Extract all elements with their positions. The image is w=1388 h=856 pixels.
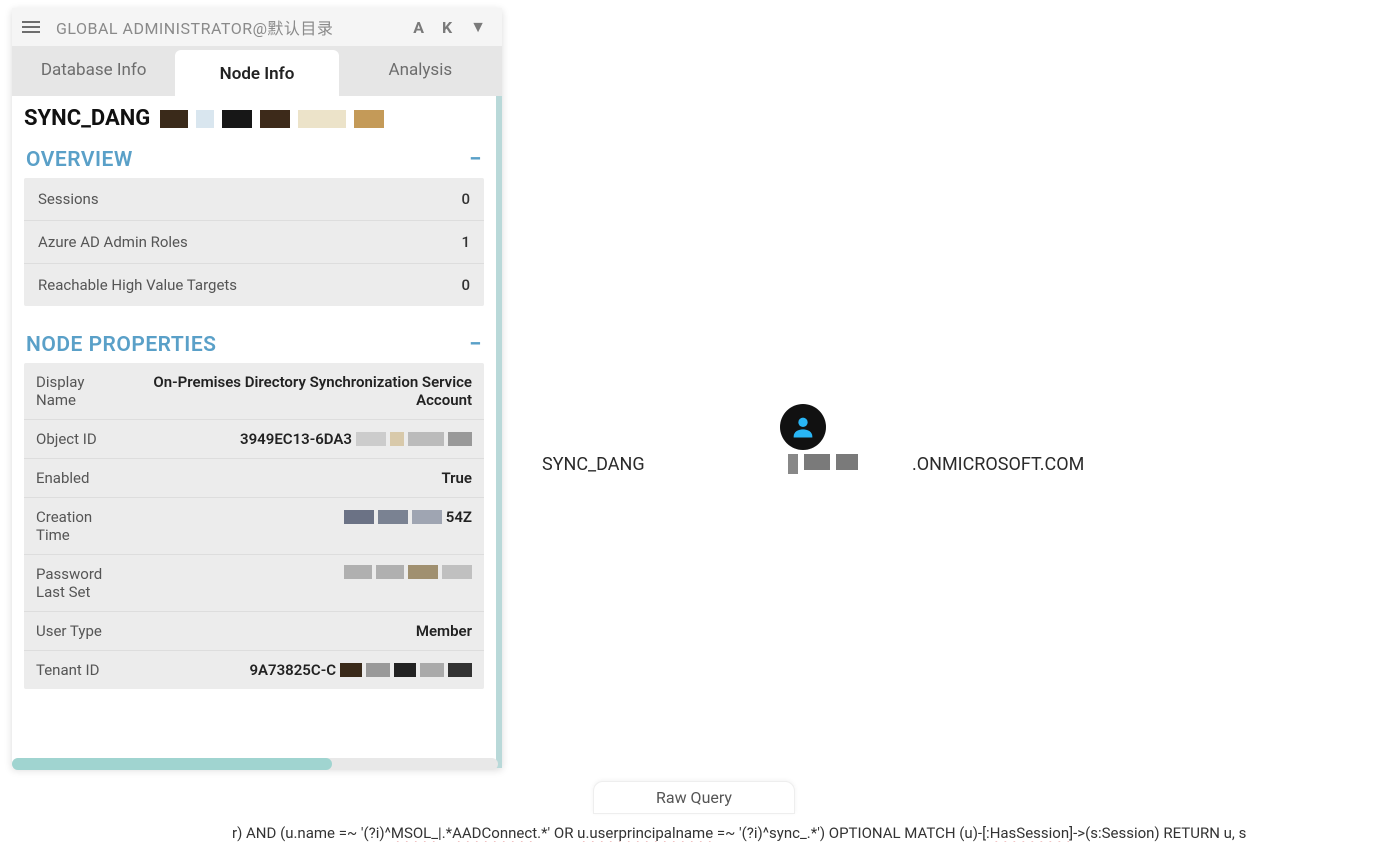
overview-row-admin-roles[interactable]: Azure AD Admin Roles 1 xyxy=(24,221,484,264)
label: Display Name xyxy=(36,373,126,409)
header-icons: A K ▼ xyxy=(413,17,492,37)
tabs: Database Info Node Info Analysis xyxy=(12,46,502,96)
label: Azure AD Admin Roles xyxy=(38,233,188,251)
horizontal-scrollbar[interactable] xyxy=(12,758,498,770)
graph-node-label-right: .ONMICROSOFT.COM xyxy=(912,454,1084,475)
panel-body: SYNC_DANG OVERVIEW − Sessions 0 Azure AD… xyxy=(12,96,502,768)
value: Member xyxy=(126,622,472,640)
info-panel: GLOBAL ADMINISTRATOR@默认目录 A K ▼ Database… xyxy=(12,8,502,768)
value: 3949EC13-6DA3 xyxy=(126,430,472,448)
node-properties-header[interactable]: NODE PROPERTIES − xyxy=(12,324,496,363)
value: True xyxy=(126,469,472,487)
minus-icon[interactable]: − xyxy=(469,332,482,357)
minus-icon[interactable]: − xyxy=(469,147,482,172)
raw-query-toggle[interactable]: Raw Query xyxy=(593,781,795,814)
overview-header[interactable]: OVERVIEW − xyxy=(12,139,496,178)
overview-row-sessions[interactable]: Sessions 0 xyxy=(24,178,484,221)
label: Creation Time xyxy=(36,508,126,544)
user-icon xyxy=(780,404,826,450)
value: 0 xyxy=(461,276,470,294)
redacted-node-title xyxy=(160,110,384,128)
value: 0 xyxy=(461,190,470,208)
node-properties-list: Display Name On-Premises Directory Synch… xyxy=(24,363,484,689)
back-icon[interactable]: K xyxy=(442,18,452,37)
current-user-label: GLOBAL ADMINISTRATOR@默认目录 xyxy=(56,15,413,39)
node-title-row: SYNC_DANG xyxy=(12,96,496,139)
value xyxy=(126,565,472,579)
prop-row-enabled: Enabled True xyxy=(24,459,484,498)
prop-row-display-name: Display Name On-Premises Directory Synch… xyxy=(24,363,484,420)
prop-row-tenant-id: Tenant ID 9A73825C-C xyxy=(24,651,484,689)
value: 54Z xyxy=(126,508,472,526)
raw-query-label: Raw Query xyxy=(656,788,732,807)
tab-analysis[interactable]: Analysis xyxy=(339,46,502,96)
value: 9A73825C-C xyxy=(126,661,472,679)
graph-node-label-left: SYNC_DANG xyxy=(542,454,645,475)
label: Password Last Set xyxy=(36,565,126,601)
label: Tenant ID xyxy=(36,661,126,679)
graph-node-user[interactable] xyxy=(780,404,826,450)
raw-query-text[interactable]: r) AND (u.name =~ '(?i)^MSOL_|.*AADConne… xyxy=(232,824,1372,842)
panel-header: GLOBAL ADMINISTRATOR@默认目录 A K ▼ xyxy=(12,8,502,46)
node-properties-title: NODE PROPERTIES xyxy=(26,333,216,357)
overview-title: OVERVIEW xyxy=(26,148,133,172)
label: Enabled xyxy=(36,469,126,487)
graph-node-label-redacted xyxy=(788,454,858,474)
label: Reachable High Value Targets xyxy=(38,276,237,294)
tab-database-info[interactable]: Database Info xyxy=(12,46,175,96)
scrollbar-thumb[interactable] xyxy=(12,758,332,770)
prop-row-object-id: Object ID 3949EC13-6DA3 xyxy=(24,420,484,459)
label: Sessions xyxy=(38,190,99,208)
overview-list: Sessions 0 Azure AD Admin Roles 1 Reacha… xyxy=(24,178,484,306)
prop-row-password-last-set: Password Last Set xyxy=(24,555,484,612)
menu-icon[interactable] xyxy=(22,17,42,37)
prop-row-creation-time: Creation Time 54Z xyxy=(24,498,484,555)
label: User Type xyxy=(36,622,126,640)
prop-row-user-type: User Type Member xyxy=(24,612,484,651)
overview-row-hvt[interactable]: Reachable High Value Targets 0 xyxy=(24,264,484,306)
label: Object ID xyxy=(36,430,126,448)
node-title: SYNC_DANG xyxy=(24,106,150,131)
road-icon[interactable]: A xyxy=(413,18,424,37)
graph-canvas[interactable]: SYNC_DANG .ONMICROSOFT.COM xyxy=(520,8,1380,788)
tab-node-info[interactable]: Node Info xyxy=(175,50,338,98)
value: 1 xyxy=(461,233,470,251)
value: On-Premises Directory Synchronization Se… xyxy=(126,373,472,409)
filter-icon[interactable]: ▼ xyxy=(470,17,486,37)
